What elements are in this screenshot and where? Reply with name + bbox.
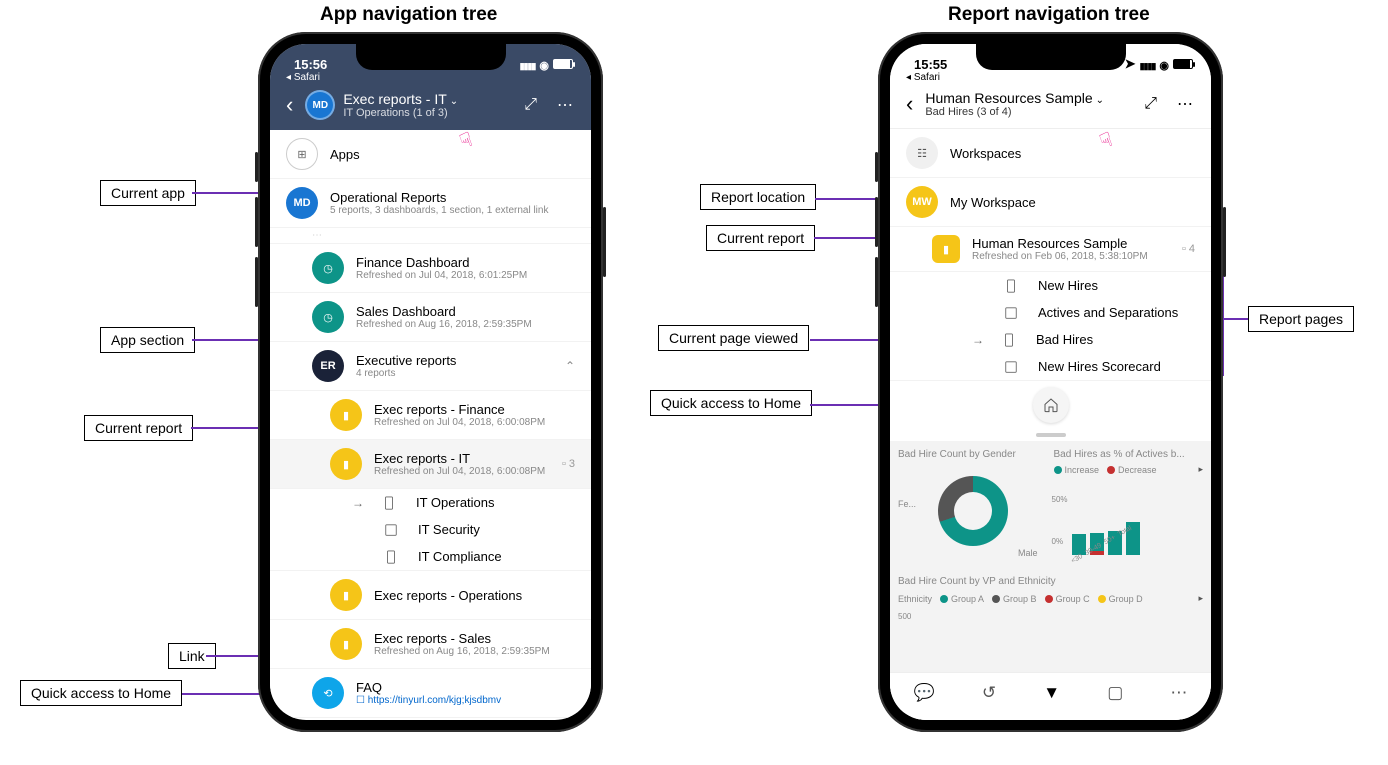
chart-title: Bad Hire Count by VP and Ethnicity xyxy=(898,576,1203,587)
callout-current-report-r: Current report xyxy=(706,225,815,251)
back-to-safari[interactable]: ◂ Safari xyxy=(906,72,940,83)
undo-icon[interactable]: ↺ xyxy=(982,683,996,703)
report-row[interactable]: ▮ Exec reports - Operations xyxy=(270,571,591,620)
report-page-row[interactable]: Actives and Separations xyxy=(890,299,1211,326)
link-row[interactable]: ⟲ FAQ☐ https://tinyurl.com/kjg;kjsdbmv xyxy=(270,669,591,718)
donut-chart[interactable]: Bad Hire Count by Gender Fe... Male xyxy=(898,449,1048,562)
report-icon: ▮ xyxy=(932,235,960,263)
link-icon: ⟲ xyxy=(312,677,344,709)
report-icon: ▮ xyxy=(330,399,362,431)
report-page-row[interactable]: New Hires xyxy=(890,272,1211,299)
page-icon xyxy=(1004,306,1018,320)
donut-label-male: Male xyxy=(1018,548,1038,558)
more-icon[interactable]: ⋯ xyxy=(1170,683,1187,703)
report-icon: ▮ xyxy=(330,628,362,660)
chart-title: Bad Hires as % of Actives b... xyxy=(1054,449,1204,460)
page-count: ▫ 4 xyxy=(1182,243,1195,255)
phone-left: 15:56 ◂ Safari ‹ MD Exec reports - IT⌄ I… xyxy=(258,32,603,732)
report-page-row[interactable]: IT Compliance xyxy=(270,543,591,571)
report-page-row[interactable]: → IT Operations xyxy=(270,489,591,516)
report-icon: ▮ xyxy=(330,579,362,611)
donut-label-female: Fe... xyxy=(898,499,916,509)
truncated-row: ⋯ xyxy=(270,228,591,244)
report-icon: ▮ xyxy=(330,448,362,480)
app-section-row[interactable]: ER Executive reports4 reports ⌃ xyxy=(270,342,591,391)
current-report-row[interactable]: ▮ Human Resources SampleRefreshed on Feb… xyxy=(890,227,1211,272)
app-header: ‹ MD Exec reports - IT⌄ IT Operations (1… xyxy=(270,84,591,130)
current-report-row[interactable]: ▮ Exec reports - ITRefreshed on Jul 04, … xyxy=(270,440,591,489)
workspaces-icon: ☷ xyxy=(906,137,938,169)
connector xyxy=(1224,318,1248,320)
back-icon[interactable]: ‹ xyxy=(282,92,297,118)
workspace-row[interactable]: MW My Workspace xyxy=(890,178,1211,227)
grab-handle[interactable] xyxy=(1036,433,1066,437)
right-diagram-title: Report navigation tree xyxy=(948,4,1150,26)
app-avatar-icon: MD xyxy=(286,187,318,219)
page-icon xyxy=(1004,360,1018,374)
report-page-row-current[interactable]: → Bad Hires xyxy=(890,326,1211,353)
status-time: 15:56 xyxy=(294,57,327,72)
ethnicity-chart[interactable]: Bad Hire Count by VP and Ethnicity Ethni… xyxy=(898,576,1203,621)
pages-icon[interactable]: ▢ xyxy=(1107,683,1123,703)
report-page-row[interactable]: IT Security xyxy=(270,516,591,543)
comment-icon[interactable]: 💬 xyxy=(914,683,935,703)
home-button[interactable] xyxy=(1033,387,1069,423)
donut-visual xyxy=(938,476,1008,546)
report-row[interactable]: ▮ Exec reports - FinanceRefreshed on Jul… xyxy=(270,391,591,440)
dashboard-row[interactable]: ◷ Sales DashboardRefreshed on Aug 16, 20… xyxy=(270,293,591,342)
more-icon[interactable]: ⋯ xyxy=(1171,94,1199,114)
app-avatar-icon: MD xyxy=(305,90,335,120)
report-header: ‹ Human Resources Sample⌄ Bad Hires (3 o… xyxy=(890,84,1211,129)
expand-chart-icon[interactable]: ▸ xyxy=(1198,593,1203,604)
chart-title: Bad Hire Count by Gender xyxy=(898,449,1048,460)
page-mobile-icon xyxy=(382,496,396,510)
expand-chart-icon[interactable]: ▸ xyxy=(1198,464,1203,475)
chevron-up-icon: ⌃ xyxy=(565,359,575,373)
callout-home-left: Quick access to Home xyxy=(20,680,182,706)
section-avatar-icon: ER xyxy=(312,350,344,382)
apps-icon: ⊞ xyxy=(286,138,318,170)
more-icon[interactable]: ⋯ xyxy=(551,95,579,115)
callout-current-report: Current report xyxy=(84,415,193,441)
report-page-row[interactable]: New Hires Scorecard xyxy=(890,353,1211,381)
expand-icon[interactable]: ⤢ xyxy=(1138,95,1163,113)
filter-icon[interactable]: ▼ xyxy=(1043,683,1060,703)
callout-report-pages: Report pages xyxy=(1248,306,1354,332)
chevron-down-icon: ⌄ xyxy=(1096,95,1104,106)
phone-right: 15:55 ➤ ◂ Safari ‹ Human Resources Sampl… xyxy=(878,32,1223,732)
dashboard-row[interactable]: ◷ Finance DashboardRefreshed on Jul 04, … xyxy=(270,244,591,293)
current-arrow-icon: → xyxy=(352,496,364,510)
workspaces-root[interactable]: ☷ Workspaces xyxy=(890,129,1211,178)
expand-icon[interactable]: ⤢ xyxy=(518,96,543,114)
status-time: 15:55 xyxy=(914,57,947,72)
header-title-dropdown[interactable]: Human Resources Sample⌄ Bad Hires (3 of … xyxy=(925,90,1130,118)
dashboard-icon: ◷ xyxy=(312,301,344,333)
chevron-down-icon: ⌄ xyxy=(450,96,458,107)
callout-report-location: Report location xyxy=(700,184,816,210)
callout-app-section: App section xyxy=(100,327,195,353)
back-icon[interactable]: ‹ xyxy=(902,91,917,117)
report-row[interactable]: ▮ Exec reports - SalesRefreshed on Aug 1… xyxy=(270,620,591,669)
waterfall-chart[interactable]: Bad Hires as % of Actives b... Increase … xyxy=(1054,449,1204,562)
page-mobile-icon xyxy=(1002,333,1016,347)
workspace-avatar-icon: MW xyxy=(906,186,938,218)
bottom-nav: 💬 ↺ ▼ ▢ ⋯ xyxy=(890,672,1211,720)
current-arrow-icon: → xyxy=(972,333,984,347)
home-icon xyxy=(1043,397,1059,413)
dashboard-icon: ◷ xyxy=(312,252,344,284)
callout-home-right: Quick access to Home xyxy=(650,390,812,416)
back-to-safari[interactable]: ◂ Safari xyxy=(286,72,320,83)
page-icon xyxy=(384,523,398,537)
callout-current-app: Current app xyxy=(100,180,196,206)
apps-root[interactable]: ⊞ Apps xyxy=(270,130,591,179)
left-diagram-title: App navigation tree xyxy=(320,4,497,26)
page-mobile-icon xyxy=(384,550,398,564)
page-count: ▫ 3 xyxy=(562,458,575,470)
current-app-row[interactable]: MD Operational Reports 5 reports, 3 dash… xyxy=(270,179,591,228)
callout-current-page: Current page viewed xyxy=(658,325,809,351)
page-mobile-icon xyxy=(1004,279,1018,293)
header-title-dropdown[interactable]: Exec reports - IT⌄ IT Operations (1 of 3… xyxy=(343,91,510,119)
